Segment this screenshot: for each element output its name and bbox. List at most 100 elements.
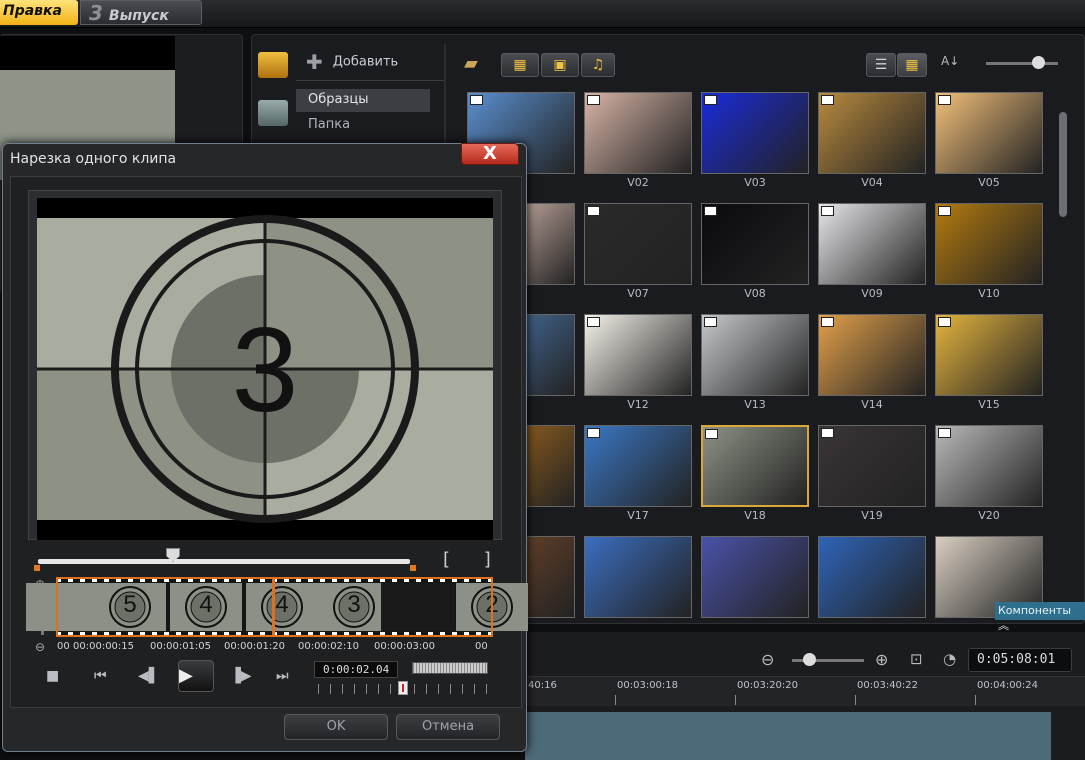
zoom-out-icon[interactable]: ⊖ [761,650,774,669]
mark-in-marker[interactable] [34,565,40,571]
fit-icon[interactable]: ⊡ [910,650,923,668]
video-clip-icon [821,206,834,216]
trim-slider[interactable] [38,559,410,564]
show-video-button[interactable]: ▦ [501,53,539,77]
thumbnail-label: V19 [861,509,883,522]
thumbnail[interactable] [701,536,809,618]
thumbnail[interactable] [935,314,1043,396]
video-clip-icon [938,206,951,216]
video-clip-icon [821,317,834,327]
clock-icon: ◔ [943,650,957,668]
thumbnail[interactable] [584,425,692,507]
sidebar-item-folder[interactable]: Папка [296,114,430,137]
frame-number: 4 [275,591,289,618]
thumbnail-label: V20 [978,509,1000,522]
stop-icon[interactable]: ■ [46,668,59,684]
add-button[interactable]: ✚ Добавить [306,50,446,78]
media-icon[interactable] [258,52,288,78]
show-audio-button[interactable]: ♫ [581,53,615,77]
thumbnail[interactable] [818,203,926,285]
thumbnail[interactable] [935,92,1043,174]
ruler-label: 00:04:00:24 [977,680,1039,691]
strip-timecode: 00:00:03:00 [374,641,436,652]
list-view-button[interactable]: ☰ [866,53,896,77]
thumbnail[interactable] [818,92,926,174]
mark-out-marker[interactable] [410,565,416,571]
video-clip-icon [938,317,951,327]
close-button[interactable]: X [461,143,519,165]
divider [296,80,444,81]
previous-frame-icon[interactable]: ◀▌ [138,668,160,684]
thumbnail-label: V13 [744,398,766,411]
thumbnail[interactable] [584,92,692,174]
go-to-start-icon[interactable]: ⏮ [94,668,107,684]
tab-output-number: 3 [89,1,103,25]
show-photo-button[interactable]: ▣ [541,53,579,77]
film-icon: ▦ [513,57,527,73]
sort-icon[interactable]: A↓ [941,54,967,76]
timeline-track[interactable] [525,712,1051,760]
video-frame: 3 [37,198,493,540]
thumbnail[interactable] [584,536,692,618]
video-clip-icon [704,95,717,105]
thumbnail[interactable] [935,203,1043,285]
strip-timecode: 00:00:02:10 [298,641,360,652]
thumbnail-label: V17 [627,509,649,522]
scrub-marker[interactable] [398,681,408,695]
sidebar-item-samples[interactable]: Образцы [296,89,430,112]
thumbnail-label: V07 [627,287,649,300]
thumbnail[interactable] [818,425,926,507]
thumbnail-label: V02 [627,176,649,189]
thumbnail[interactable] [701,314,809,396]
thumbnail[interactable] [818,314,926,396]
strip-timecode: 00 [475,641,488,652]
jog-wheel[interactable] [412,662,488,674]
transition-icon[interactable] [258,100,288,126]
zoom-in-icon[interactable]: ⊕ [875,650,888,669]
ruler-tick [855,695,856,705]
thumbnail-label: V08 [744,287,766,300]
thumbnail-label: V04 [861,176,883,189]
playhead-marker[interactable] [272,577,275,637]
timeline-time[interactable]: 0:05:08:01 [968,648,1072,672]
strip-timecode: 00 [57,641,70,652]
frame-number: 2 [485,591,499,618]
ruler-label: 00:03:40:22 [857,680,919,691]
thumbnail[interactable] [818,536,926,618]
thumbnail[interactable] [701,203,809,285]
scrollbar[interactable] [1059,112,1067,217]
play-button[interactable]: ▶ [178,660,214,692]
thumbnail[interactable] [584,203,692,285]
ok-button[interactable]: OK [284,714,388,740]
slider-knob[interactable] [803,653,816,666]
cancel-button[interactable]: Отмена [396,714,500,740]
list-icon: ☰ [874,57,888,73]
frame-number: 3 [347,591,361,618]
grid-icon: ▦ [905,57,919,73]
thumbnail-size-slider[interactable] [986,62,1058,65]
folder-icon[interactable]: ▰ [464,55,488,75]
next-frame-icon[interactable]: ▐▶ [230,668,252,684]
thumbnail[interactable] [584,314,692,396]
timeline-ruler[interactable]: 40:16 00:03:00:18 00:03:20:20 00:03:40:22 00… [525,676,1085,706]
thumbnail[interactable] [701,425,809,507]
mark-in-out-buttons[interactable]: [ ] [443,549,505,570]
grid-view-button[interactable]: ▦ [897,53,927,77]
thumbnail-label: V14 [861,398,883,411]
frame-number: 4 [199,591,213,618]
chevron-up-icon: ︽ [998,619,1009,632]
ruler-label: 00:03:20:20 [737,680,799,691]
tab-output[interactable]: 3 Выпуск [80,0,202,25]
thumbnail-label: V18 [744,509,766,522]
video-clip-icon [938,428,951,438]
timecode-input[interactable]: 0:00:02.04 [314,661,398,678]
add-label: Добавить [332,54,399,70]
video-clip-icon [821,95,834,105]
components-toggle[interactable]: Компоненты ︽ [995,602,1085,632]
slider-knob[interactable] [1032,56,1045,69]
thumbnail[interactable] [935,425,1043,507]
zoom-out-icon[interactable]: ⊖ [35,640,45,654]
tab-edit[interactable]: Правка [0,0,78,25]
go-to-end-icon[interactable]: ⏭ [276,668,289,684]
thumbnail[interactable] [701,92,809,174]
